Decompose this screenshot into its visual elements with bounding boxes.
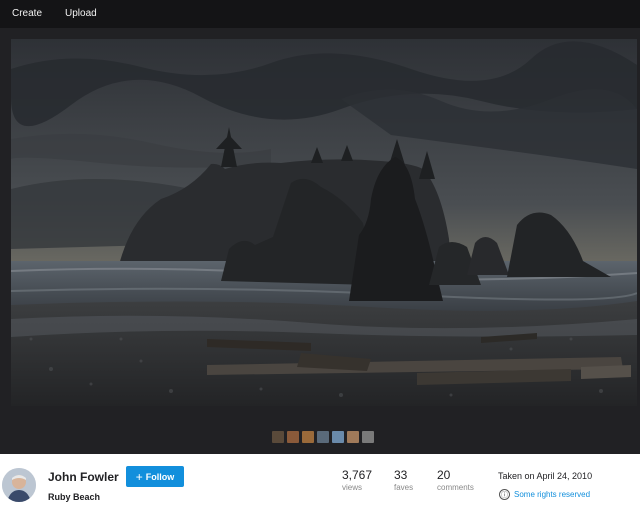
plus-icon: + — [135, 469, 143, 484]
faves-label: faves — [394, 483, 414, 492]
main-photo[interactable] — [11, 39, 637, 406]
views-stat: 3,767 views — [342, 468, 372, 492]
filmstrip-thumbnail[interactable] — [287, 431, 299, 443]
creative-commons-icon: ⓘ — [499, 489, 510, 500]
filmstrip-thumbnail[interactable] — [302, 431, 314, 443]
avatar-image — [2, 468, 36, 502]
comments-label: comments — [437, 483, 474, 492]
views-label: views — [342, 483, 363, 492]
license-link[interactable]: ⓘ Some rights reserved — [499, 489, 590, 500]
faves-stat: 33 faves — [394, 468, 413, 492]
comments-stat: 20 comments — [437, 468, 474, 492]
photo-stage — [0, 28, 640, 454]
upload-link[interactable]: Upload — [65, 8, 97, 19]
filmstrip-thumbnail[interactable] — [362, 431, 374, 443]
follow-label: Follow — [145, 471, 175, 482]
date-taken: Taken on April 24, 2010 — [498, 471, 593, 481]
author-name[interactable]: John Fowler — [48, 470, 119, 484]
comments-count: 20 — [437, 468, 451, 482]
follow-button[interactable]: + Follow — [126, 466, 184, 487]
photo-title: Ruby Beach — [48, 492, 101, 502]
photo-info-bar: John Fowler + Follow Ruby Beach 3,767 vi… — [0, 454, 640, 506]
filmstrip-thumbnail[interactable] — [272, 431, 284, 443]
views-count: 3,767 — [342, 468, 373, 482]
photostream-filmstrip — [272, 431, 374, 443]
filmstrip-thumbnail[interactable] — [332, 431, 344, 443]
license-text: Some rights reserved — [514, 490, 591, 499]
filmstrip-thumbnail[interactable] — [317, 431, 329, 443]
top-navigation-bar: Create Upload — [0, 0, 640, 28]
create-link[interactable]: Create — [12, 8, 42, 19]
faves-count: 33 — [394, 468, 408, 482]
filmstrip-thumbnail[interactable] — [347, 431, 359, 443]
avatar[interactable] — [2, 468, 36, 502]
